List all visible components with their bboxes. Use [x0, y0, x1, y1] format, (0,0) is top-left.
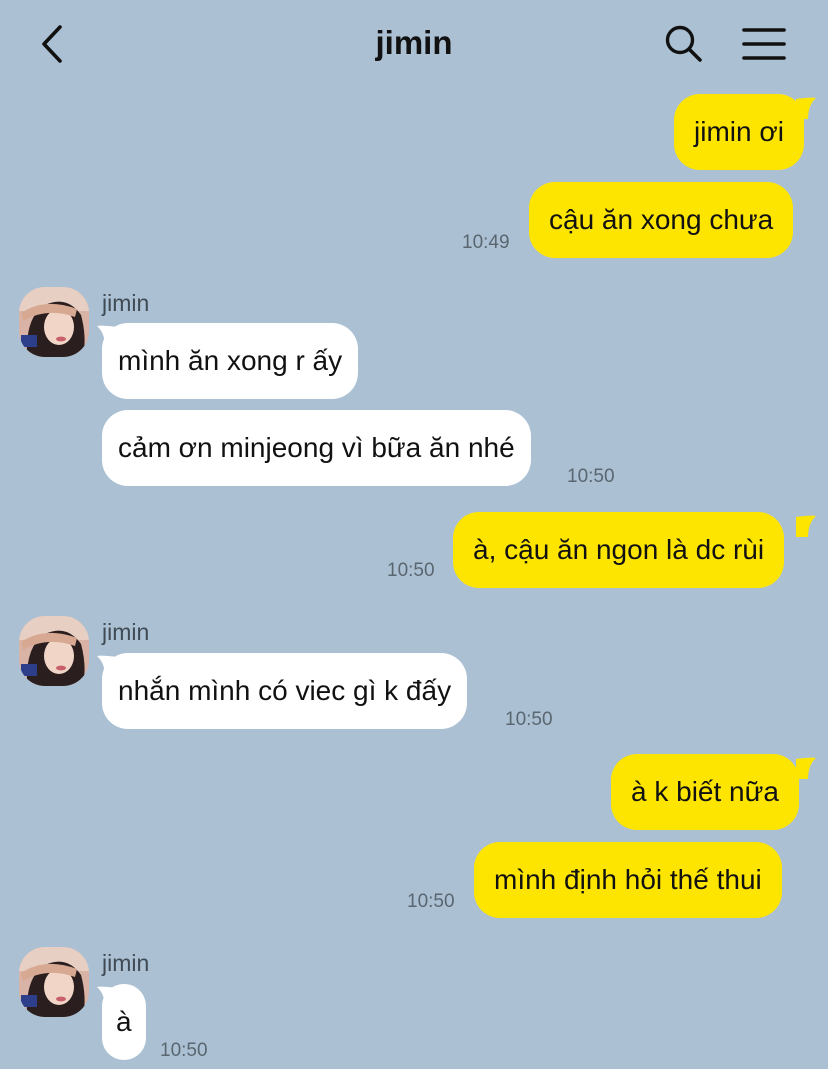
my-message-bubble[interactable]: jimin ơi: [674, 94, 804, 170]
menu-button[interactable]: [740, 22, 788, 66]
hamburger-menu-icon: [742, 28, 786, 60]
my-message-bubble[interactable]: à k biết nữa: [611, 754, 799, 830]
their-message-bubble[interactable]: mình ăn xong r ấy: [102, 323, 359, 399]
their-message-bubble[interactable]: cảm ơn minjeong vì bữa ăn nhé: [102, 410, 531, 486]
message-text: à k biết nữa: [631, 776, 779, 807]
message-text: cảm ơn minjeong vì bữa ăn nhé: [118, 432, 515, 463]
sender-name: jimin: [102, 950, 150, 976]
my-message-bubble[interactable]: mình định hỏi thế thui: [474, 842, 782, 918]
back-button[interactable]: [32, 22, 72, 66]
chevron-left-icon: [42, 25, 62, 63]
message-text: mình định hỏi thế thui: [494, 864, 762, 895]
my-message-bubble[interactable]: à, cậu ăn ngon là dc rùi: [453, 512, 785, 588]
avatar[interactable]: [19, 947, 89, 1017]
sender-name: jimin: [102, 619, 150, 645]
profile-photo: [19, 947, 89, 1017]
their-message-bubble[interactable]: nhắn mình có viec gì k đấy: [102, 653, 468, 729]
message-timestamp: 10:50: [160, 1040, 208, 1061]
bubble-tail: [796, 757, 816, 779]
chat-header: jimin: [0, 0, 828, 88]
search-icon: [665, 25, 702, 62]
bubble-tail: [796, 515, 816, 537]
message-timestamp: 10:50: [387, 560, 435, 581]
message-text: à, cậu ăn ngon là dc rùi: [473, 534, 765, 565]
message-text: à: [116, 1006, 132, 1037]
bubble-tail: [796, 97, 816, 119]
message-text: cậu ăn xong chưa: [549, 204, 774, 235]
message-text: jimin ơi: [694, 116, 784, 147]
message-text: mình ăn xong r ấy: [118, 345, 343, 376]
my-message-bubble[interactable]: cậu ăn xong chưa: [529, 182, 794, 258]
profile-photo: [19, 616, 89, 686]
avatar[interactable]: [19, 616, 89, 686]
message-timestamp: 10:49: [462, 232, 510, 253]
message-text: nhắn mình có viec gì k đấy: [118, 675, 452, 706]
their-message-bubble[interactable]: à: [102, 984, 146, 1060]
search-button[interactable]: [662, 22, 706, 66]
message-timestamp: 10:50: [407, 891, 455, 912]
sender-name: jimin: [102, 290, 150, 316]
profile-photo: [19, 287, 89, 357]
message-timestamp: 10:50: [505, 709, 553, 730]
message-timestamp: 10:50: [567, 466, 615, 487]
avatar[interactable]: [19, 287, 89, 357]
